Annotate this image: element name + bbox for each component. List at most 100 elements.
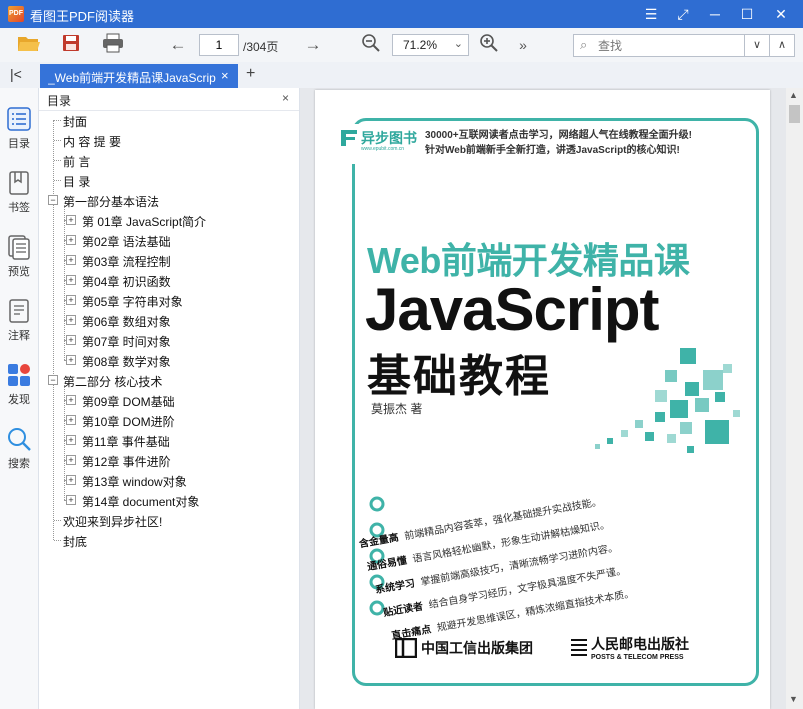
outline-subitem[interactable]: + 第10章 DOM进阶	[39, 410, 299, 430]
close-tab-icon[interactable]: ×	[221, 68, 229, 83]
search-next-button[interactable]: ∧	[769, 35, 794, 56]
scroll-up-arrow-icon[interactable]: ▲	[789, 90, 798, 100]
expand-icon[interactable]: +	[66, 275, 76, 285]
outline-subitem[interactable]: + 第14章 document对象	[39, 490, 299, 510]
cover-title: 基础教程	[367, 352, 551, 401]
outline-subitem[interactable]: + 第 01章 JavaScript简介	[39, 210, 299, 230]
outline-item[interactable]: 封面	[39, 110, 299, 130]
outline-subitem[interactable]: + 第02章 语法基础	[39, 230, 299, 250]
outline-subitem[interactable]: + 第03章 流程控制	[39, 250, 299, 270]
next-page-icon[interactable]: →	[300, 33, 326, 57]
scroll-down-arrow-icon[interactable]: ▼	[789, 694, 798, 704]
open-folder-icon[interactable]	[16, 33, 42, 57]
outline-item-label: 前 言	[63, 155, 91, 169]
collapse-icon[interactable]: −	[48, 195, 58, 205]
more-tools-button[interactable]: »	[510, 33, 536, 57]
feature-key: 系统学习	[374, 578, 416, 597]
outline-item[interactable]: 目 录	[39, 170, 299, 190]
rail-item-annotation[interactable]: 注释	[0, 296, 38, 356]
outline-subitem[interactable]: + 第08章 数学对象	[39, 350, 299, 370]
search-icon: ⌕	[580, 37, 588, 52]
rail-label-bookmark: 书签	[8, 202, 30, 214]
page-number-input[interactable]	[199, 34, 239, 56]
search-prev-button[interactable]: ∨	[744, 35, 769, 56]
outline-subitem[interactable]: + 第13章 window对象	[39, 470, 299, 490]
close-panel-icon[interactable]: ×	[282, 91, 289, 105]
expand-icon[interactable]: +	[66, 495, 76, 505]
tree-connector	[54, 160, 61, 161]
expand-icon[interactable]: +	[66, 215, 76, 225]
scroll-thumb[interactable]	[789, 105, 800, 123]
expand-icon[interactable]: +	[66, 435, 76, 445]
app-logo-icon: PDF	[8, 6, 24, 22]
menu-icon[interactable]: ☰	[635, 0, 667, 28]
rail-item-search[interactable]: 搜索	[0, 424, 38, 484]
document-viewport[interactable]: 异步图书 www.epubit.com.cn 30000+互联网读者点击学习，网…	[300, 88, 803, 709]
outline-icon	[7, 107, 31, 131]
rail-item-discover[interactable]: 发现	[0, 360, 38, 420]
search-icon	[8, 428, 31, 451]
outline-item[interactable]: 欢迎来到异步社区!	[39, 510, 299, 530]
expand-icon[interactable]: +	[66, 295, 76, 305]
outline-subitem[interactable]: + 第09章 DOM基础	[39, 390, 299, 410]
outline-item[interactable]: − 第一部分基本语法	[39, 190, 299, 210]
title-bar: PDF 看图王PDF阅读器 ☰ ⤢ ─ ☐ ✕	[0, 0, 803, 28]
minimize-button[interactable]: ─	[699, 0, 731, 28]
rail-item-bookmark[interactable]: 书签	[0, 168, 38, 228]
outline-item[interactable]: − 第二部分 核心技术	[39, 370, 299, 390]
expand-icon[interactable]: +	[66, 395, 76, 405]
prev-page-icon[interactable]: ←	[165, 33, 191, 57]
zoom-out-icon[interactable]	[358, 33, 384, 57]
close-button[interactable]: ✕	[765, 0, 797, 28]
collapse-icon[interactable]: −	[48, 375, 58, 385]
outline-subitem[interactable]: + 第11章 事件基础	[39, 430, 299, 450]
vertical-scrollbar[interactable]: ▲ ▼	[786, 88, 803, 709]
feature-key: 贴近读者	[382, 601, 424, 620]
outline-subitem[interactable]: + 第06章 数组对象	[39, 310, 299, 330]
outline-item-label: 第08章 数学对象	[82, 355, 171, 369]
expand-icon[interactable]: +	[66, 355, 76, 365]
collapse-sidebar-icon[interactable]: |<	[10, 66, 22, 82]
print-icon[interactable]	[100, 33, 126, 57]
outline-item-label: 第03章 流程控制	[82, 255, 171, 269]
publisher-group: 中国工信出版集团	[421, 640, 533, 656]
outline-subitem[interactable]: + 第04章 初识函数	[39, 270, 299, 290]
pdf-page: 异步图书 www.epubit.com.cn 30000+互联网读者点击学习，网…	[315, 90, 770, 709]
rail-item-thumbnails[interactable]: 预览	[0, 232, 38, 292]
maximize-button[interactable]: ☐	[731, 0, 763, 28]
outline-item[interactable]: 封底	[39, 530, 299, 550]
tree-connector	[54, 140, 61, 141]
rail-label-discover: 发现	[8, 394, 30, 406]
outline-item-label: 目 录	[63, 175, 91, 189]
panel-header: 目录 ×	[39, 88, 299, 111]
expand-icon[interactable]: +	[66, 235, 76, 245]
zoom-in-icon[interactable]	[476, 33, 502, 57]
outline-subitem[interactable]: + 第07章 时间对象	[39, 330, 299, 350]
outline-panel: 目录 × 封面内 容 提 要前 言目 录 − 第一部分基本语法 + 第 01章 Java…	[39, 88, 300, 709]
expand-icon[interactable]: +	[66, 475, 76, 485]
chevron-down-icon: ⌄	[453, 38, 463, 50]
cover-title: JavaScript	[365, 276, 660, 343]
brand-name: 异步图书	[361, 130, 417, 146]
document-tab[interactable]: _Web前端开发精品课JavaScript基础教程 ×	[40, 64, 238, 88]
expand-icon[interactable]: +	[66, 315, 76, 325]
fullscreen-icon[interactable]: ⤢	[667, 0, 699, 28]
outline-item[interactable]: 前 言	[39, 150, 299, 170]
outline-subitem[interactable]: + 第12章 事件进阶	[39, 450, 299, 470]
search-input[interactable]	[596, 37, 740, 55]
outline-item[interactable]: 内 容 提 要	[39, 130, 299, 150]
expand-icon[interactable]: +	[66, 455, 76, 465]
rail-item-outline[interactable]: 目录	[0, 104, 38, 164]
expand-icon[interactable]: +	[66, 335, 76, 345]
expand-icon[interactable]: +	[66, 415, 76, 425]
zoom-select[interactable]: 71.2% ⌄	[392, 34, 469, 56]
new-tab-button[interactable]: +	[246, 65, 255, 83]
rail-label-annotation: 注释	[8, 330, 30, 342]
publisher-name-en: POSTS & TELECOM PRESS	[591, 654, 684, 661]
outline-item-label: 第02章 语法基础	[82, 235, 171, 249]
expand-icon[interactable]: +	[66, 255, 76, 265]
publisher-name: 人民邮电出版社	[591, 636, 689, 652]
outline-item-label: 第13章 window对象	[82, 475, 187, 489]
save-icon[interactable]	[58, 33, 84, 57]
outline-subitem[interactable]: + 第05章 字符串对象	[39, 290, 299, 310]
